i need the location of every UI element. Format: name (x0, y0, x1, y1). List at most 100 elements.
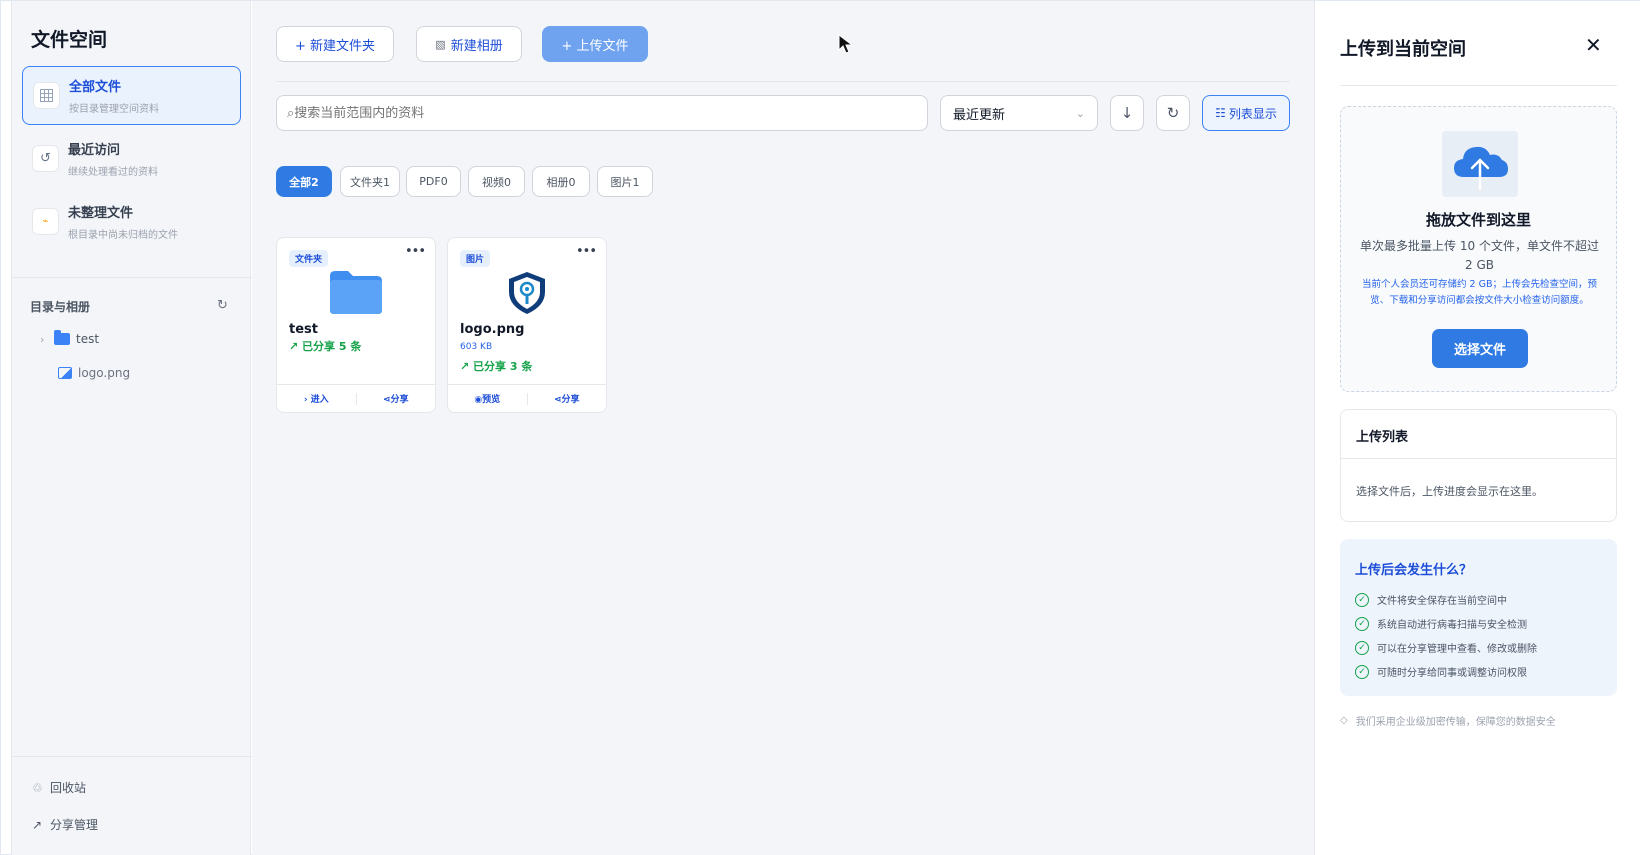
sidebar-item-all-files[interactable]: 全部文件 按目录管理空间资料 (22, 66, 241, 125)
check-circle-icon: ✓ (1355, 640, 1369, 655)
view-toggle-button[interactable]: ☷ 列表显示 (1202, 95, 1290, 131)
upload-list-title: 上传列表 (1356, 430, 1409, 445)
tree-item-test[interactable]: › test (40, 330, 99, 346)
preview-button[interactable]: ◉预览 (448, 392, 527, 405)
view-toggle-label: 列表显示 (1228, 106, 1277, 121)
upload-button[interactable]: + 上传文件 (542, 26, 648, 62)
card-file-size: 603 KB (460, 342, 493, 352)
folder-icon (54, 330, 70, 345)
shield-icon: ◇ (1340, 715, 1348, 726)
card-name: logo.png (460, 322, 525, 337)
search-input[interactable] (287, 105, 887, 121)
card-share-count: ↗ 已分享 3 条 (460, 360, 533, 373)
filter-chip-folder[interactable]: 文件夹1 (340, 166, 400, 197)
app-window: 文件空间 全部文件 按目录管理空间资料 ↺ 最近访问 继续处理看过的资料 ⌁ 未… (0, 0, 1640, 855)
share-management-label: 分享管理 (50, 818, 99, 832)
unsorted-icon: ⌁ (32, 208, 59, 235)
filter-chip-video[interactable]: 视频0 (468, 166, 525, 197)
card-type-badge: 图片 (460, 250, 491, 267)
sidebar-item-label: 全部文件 (69, 80, 122, 95)
info-item-label: 文件将安全保存在当前空间中 (1377, 596, 1507, 607)
sidebar-item-label: 最近访问 (68, 143, 121, 158)
recycle-label: 回收站 (50, 781, 87, 795)
refresh-button[interactable]: ↻ (1156, 95, 1190, 131)
upload-list: 上传列表 选择文件后，上传进度会显示在这里。 (1340, 409, 1617, 522)
chevron-right-icon[interactable]: › (40, 333, 54, 346)
sort-direction-button[interactable]: ↓ (1110, 95, 1144, 131)
enter-label: 进入 (310, 395, 329, 405)
sidebar: 文件空间 全部文件 按目录管理空间资料 ↺ 最近访问 继续处理看过的资料 ⌁ 未… (11, 1, 252, 855)
file-card-logo[interactable]: 图片 ••• logo.png 603 KB ↗ 已分享 3 条 ◉预览 ⋖分享 (447, 237, 607, 413)
eye-icon: ◉ (474, 395, 483, 405)
list-icon: ☷ (1215, 106, 1226, 120)
share-arrow-icon: ↗ (32, 817, 43, 832)
info-item: ✓ 系统自动进行病毒扫描与安全检测 (1355, 616, 1527, 631)
info-item: ✓ 可以在分享管理中查看、修改或删除 (1355, 640, 1537, 655)
sort-select[interactable]: 最近更新 ⌄ (940, 95, 1098, 131)
filter-chip-album[interactable]: 相册0 (532, 166, 590, 197)
check-circle-icon: ✓ (1355, 616, 1369, 631)
share-icon: ⋖ (382, 395, 391, 405)
share-management-link[interactable]: ↗ 分享管理 (32, 816, 98, 833)
card-type-badge: 文件夹 (289, 250, 329, 267)
file-card-test[interactable]: 文件夹 ••• test ↗ 已分享 5 条 › 进入 ⋖分享 (276, 237, 436, 413)
recycle-bin-link[interactable]: ♲ 回收站 (32, 779, 86, 796)
more-icon[interactable]: ••• (405, 244, 426, 259)
info-item: ✓ 可随时分享给同事或调整访问权限 (1355, 664, 1527, 679)
upload-list-empty: 选择文件后，上传进度会显示在这里。 (1356, 485, 1543, 498)
security-note: ◇ 我们采用企业级加密传输，保障您的数据安全 (1340, 713, 1556, 728)
album-icon: ▧ (435, 37, 446, 51)
filter-chip-pdf[interactable]: PDF0 (406, 166, 461, 197)
sort-value: 最近更新 (953, 107, 1006, 123)
new-album-button[interactable]: ▧ 新建相册 (416, 26, 522, 62)
share-button[interactable]: ⋖分享 (357, 392, 436, 405)
history-icon: ↺ (32, 145, 59, 172)
card-actions: ◉预览 ⋖分享 (448, 384, 606, 412)
mouse-cursor-icon (838, 33, 856, 58)
sidebar-item-unsorted[interactable]: ⌁ 未整理文件 根目录中尚未归档的文件 (22, 192, 241, 251)
divider (12, 756, 252, 757)
check-circle-icon: ✓ (1355, 664, 1369, 679)
divider (1340, 85, 1617, 86)
card-actions: › 进入 ⋖分享 (277, 384, 435, 412)
cloud-upload-icon (1442, 131, 1518, 197)
filter-chip-all[interactable]: 全部2 (276, 166, 332, 197)
panel-title: 上传到当前空间 (1340, 39, 1466, 60)
drop-description: 单次最多批量上传 10 个文件，单文件不超过 2 GB (1360, 239, 1599, 272)
sidebar-item-desc: 根目录中尚未归档的文件 (68, 230, 178, 241)
refresh-tree-icon[interactable]: ↻ (217, 298, 228, 313)
chevron-down-icon: ⌄ (1075, 106, 1085, 120)
folder-icon (328, 268, 384, 320)
main-content: + 新建文件夹 ▧ 新建相册 + 上传文件 最近更新 ⌄ ↓ ↻ ☷ 列表显示 … (252, 1, 1314, 855)
info-item-label: 可以在分享管理中查看、修改或删除 (1377, 644, 1537, 655)
info-title: 上传后会发生什么？ (1355, 563, 1473, 578)
sidebar-item-desc: 按目录管理空间资料 (69, 104, 159, 115)
drop-zone[interactable]: 拖放文件到这里 单次最多批量上传 10 个文件，单文件不超过 2 GB 当前个人… (1340, 106, 1617, 392)
preview-label: 预览 (482, 395, 501, 405)
tree-item-logo[interactable]: logo.png (58, 366, 130, 380)
divider (1341, 458, 1616, 459)
sidebar-item-recent[interactable]: ↺ 最近访问 继续处理看过的资料 (22, 129, 241, 188)
filter-chip-image[interactable]: 图片1 (597, 166, 653, 197)
more-icon[interactable]: ••• (576, 244, 597, 259)
after-upload-info: 上传后会发生什么？ ✓ 文件将安全保存在当前空间中 ✓ 系统自动进行病毒扫描与安… (1340, 539, 1617, 696)
info-item-label: 可随时分享给同事或调整访问权限 (1377, 668, 1527, 679)
recycle-icon: ♲ (32, 780, 43, 795)
enter-button[interactable]: › 进入 (277, 392, 356, 405)
card-name: test (289, 322, 318, 337)
close-icon[interactable]: ✕ (1585, 33, 1602, 57)
share-label: 分享 (561, 395, 580, 405)
info-item: ✓ 文件将安全保存在当前空间中 (1355, 592, 1507, 607)
quota-note: 当前个人会员还可存储约 2 GB；上传会先检查空间，预览、下载和分享访问都会按文… (1362, 279, 1597, 306)
share-button[interactable]: ⋖分享 (528, 392, 607, 405)
new-album-label: 新建相册 (450, 38, 503, 54)
check-circle-icon: ✓ (1355, 592, 1369, 607)
choose-file-button[interactable]: 选择文件 (1432, 329, 1528, 368)
share-label: 分享 (390, 395, 409, 405)
info-item-label: 系统自动进行病毒扫描与安全检测 (1377, 620, 1527, 631)
new-folder-button[interactable]: + 新建文件夹 (276, 26, 394, 62)
upload-panel: 上传到当前空间 ✕ 拖放文件到这里 单次最多批量上传 10 个文件，单文件不超过… (1314, 1, 1640, 855)
tree-item-label: logo.png (78, 366, 131, 380)
divider (276, 81, 1290, 82)
search-field[interactable] (276, 95, 928, 131)
